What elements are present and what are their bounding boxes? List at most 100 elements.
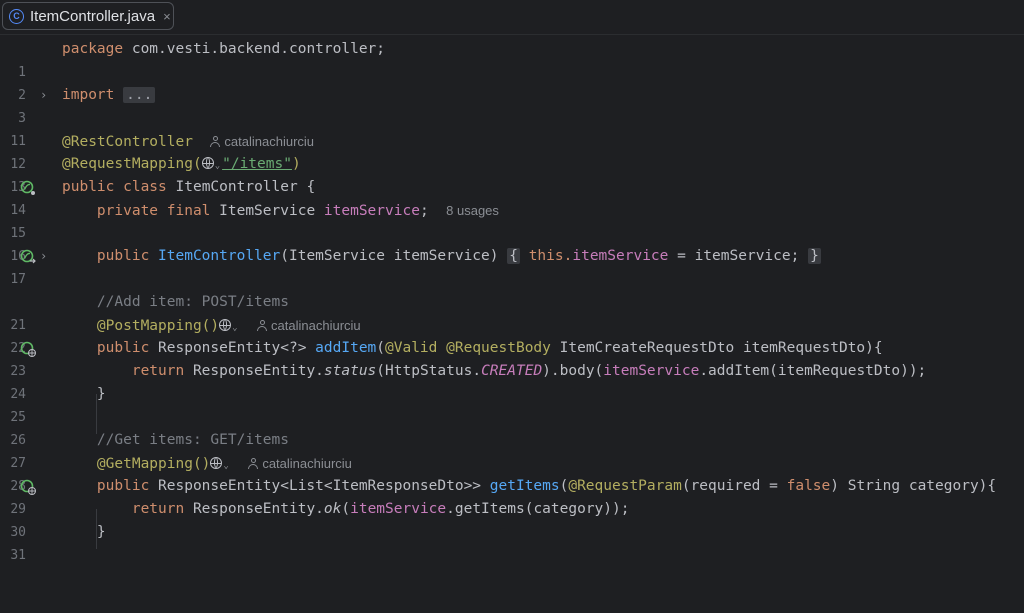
- annotation: @Valid: [385, 340, 447, 356]
- code-line: 21 //Add item: POST/items: [0, 291, 1024, 333]
- keyword: private final: [96, 203, 220, 219]
- chevron-down-icon[interactable]: ⌄: [232, 323, 237, 333]
- code-line: 13 @RequestMapping(⌄ "/items"): [0, 153, 1024, 195]
- endpoint-globe-icon[interactable]: [20, 341, 36, 357]
- close-icon[interactable]: ×: [163, 9, 171, 24]
- keyword: public: [96, 340, 159, 356]
- globe-icon[interactable]: [201, 157, 214, 169]
- author-name: catalinachiurciu: [224, 134, 315, 149]
- keyword: return: [131, 363, 193, 379]
- statement: = itemService;: [668, 248, 809, 264]
- chevron-down-icon[interactable]: ⌄: [223, 461, 228, 471]
- person-icon: [210, 136, 221, 147]
- code-fragment: (required =: [681, 478, 787, 494]
- class-ref: ResponseEntity.: [192, 501, 324, 517]
- field-name: itemService: [350, 501, 447, 517]
- field-name: itemService: [323, 203, 420, 219]
- code-fragment: (HttpStatus.: [376, 363, 482, 379]
- code-line: 16: [0, 222, 1024, 264]
- semicolon: ;: [419, 203, 429, 219]
- type-name: ResponseEntity<?>: [158, 340, 316, 356]
- code-fragment: .getItems(category));: [446, 501, 630, 517]
- code-line: 24 return ResponseEntity.status(HttpStat…: [0, 360, 1024, 402]
- code-line: 15 private final ItemService itemService…: [0, 199, 1024, 241]
- paren: (: [376, 340, 386, 356]
- code-line: 30 return ResponseEntity.ok(itemService.…: [0, 498, 1024, 540]
- field-name: itemService: [603, 363, 700, 379]
- code-line: 11: [0, 107, 1024, 149]
- annotation: @GetMapping(): [96, 456, 211, 472]
- globe-icon[interactable]: [210, 457, 223, 469]
- brace: }: [96, 524, 106, 540]
- annotation: @PostMapping(): [96, 318, 220, 334]
- code-line: 26: [0, 406, 1024, 448]
- globe-icon[interactable]: [219, 319, 232, 331]
- code-editor[interactable]: 1 package com.vesti.backend.controller; …: [0, 34, 1024, 563]
- folded-brace-close[interactable]: }: [808, 248, 821, 264]
- fold-chevron-icon[interactable]: ›: [40, 84, 47, 107]
- comment: //Get items: GET/items: [96, 432, 289, 448]
- type-name: ResponseEntity<List<ItemResponseDto>>: [158, 478, 490, 494]
- class-name: ItemController {: [175, 179, 316, 195]
- keyword: this.: [519, 248, 573, 264]
- code-line: 22 @PostMapping() ⌄ catalinachiurciu: [0, 314, 1024, 356]
- person-icon: [257, 320, 268, 331]
- field-name: itemService: [572, 248, 669, 264]
- chevron-down-icon[interactable]: ⌄: [215, 161, 220, 171]
- static-method: ok: [323, 501, 342, 517]
- paren: (: [341, 501, 351, 517]
- keyword: package: [62, 41, 132, 57]
- author-hint[interactable]: catalinachiurciu: [210, 134, 314, 149]
- spring-bean-icon[interactable]: [20, 180, 36, 196]
- code-line: 1 package com.vesti.backend.controller;: [0, 38, 1024, 80]
- person-icon: [248, 458, 259, 469]
- code-line: 14 public class ItemController {: [0, 176, 1024, 218]
- keyword: public class: [62, 179, 176, 195]
- method-name: addItem: [315, 340, 377, 356]
- code-line: 28 @GetMapping() ⌄ catalinachiurciu: [0, 452, 1024, 494]
- java-class-icon: C: [9, 8, 24, 24]
- code-line: 2: [0, 61, 1024, 103]
- author-hint[interactable]: catalinachiurciu: [257, 318, 361, 333]
- params: ) String category){: [830, 478, 997, 494]
- code-line: 31 }: [0, 521, 1024, 563]
- code-line: 3 › import ...: [0, 84, 1024, 126]
- package-name: com.vesti.backend.controller;: [131, 41, 386, 57]
- line-number: 17: [10, 272, 26, 287]
- brace: }: [96, 386, 106, 402]
- comment: //Add item: POST/items: [96, 294, 289, 310]
- folded-brace-open[interactable]: {: [507, 248, 520, 264]
- params: ItemCreateRequestDto itemRequestDto){: [559, 340, 883, 356]
- method-name: getItems: [489, 478, 560, 494]
- tab-itemcontroller[interactable]: C ItemController.java ×: [2, 2, 174, 30]
- annotation: @RestController: [62, 134, 193, 150]
- code-line: 27 //Get items: GET/items: [0, 429, 1024, 471]
- keyword: public: [96, 478, 159, 494]
- author-name: catalinachiurciu: [262, 456, 352, 471]
- keyword: public: [96, 248, 159, 264]
- annotation: @RequestBody: [446, 340, 560, 356]
- annotation-paren: ): [291, 156, 301, 172]
- editor-tab-bar: C ItemController.java ×: [0, 0, 1024, 35]
- code-fragment: ).body(: [542, 363, 604, 379]
- code-line: 25 }: [0, 383, 1024, 425]
- annotation: @RequestMapping(: [62, 156, 202, 172]
- folded-imports[interactable]: ...: [123, 87, 156, 103]
- constant: CREATED: [481, 363, 543, 379]
- author-name: catalinachiurciu: [271, 318, 361, 333]
- class-ref: ResponseEntity.: [192, 363, 324, 379]
- mapping-url[interactable]: "/items": [222, 156, 292, 172]
- keyword: return: [131, 501, 193, 517]
- code-line: 23 public ResponseEntity<?> addItem(@Val…: [0, 337, 1024, 379]
- endpoint-globe-icon[interactable]: [20, 479, 36, 495]
- static-method: status: [323, 363, 377, 379]
- params: (ItemService itemService): [280, 248, 508, 264]
- author-hint[interactable]: catalinachiurciu: [248, 456, 352, 471]
- fold-chevron-icon[interactable]: ›: [40, 245, 47, 268]
- usages-hint[interactable]: 8 usages: [446, 203, 499, 218]
- spring-bean-icon[interactable]: [20, 249, 36, 265]
- code-line: 29 public ResponseEntity<List<ItemRespon…: [0, 475, 1024, 517]
- code-fragment: .addItem(itemRequestDto));: [699, 363, 927, 379]
- code-line: 17 › public ItemController(ItemService i…: [0, 245, 1024, 287]
- keyword: false: [786, 478, 831, 494]
